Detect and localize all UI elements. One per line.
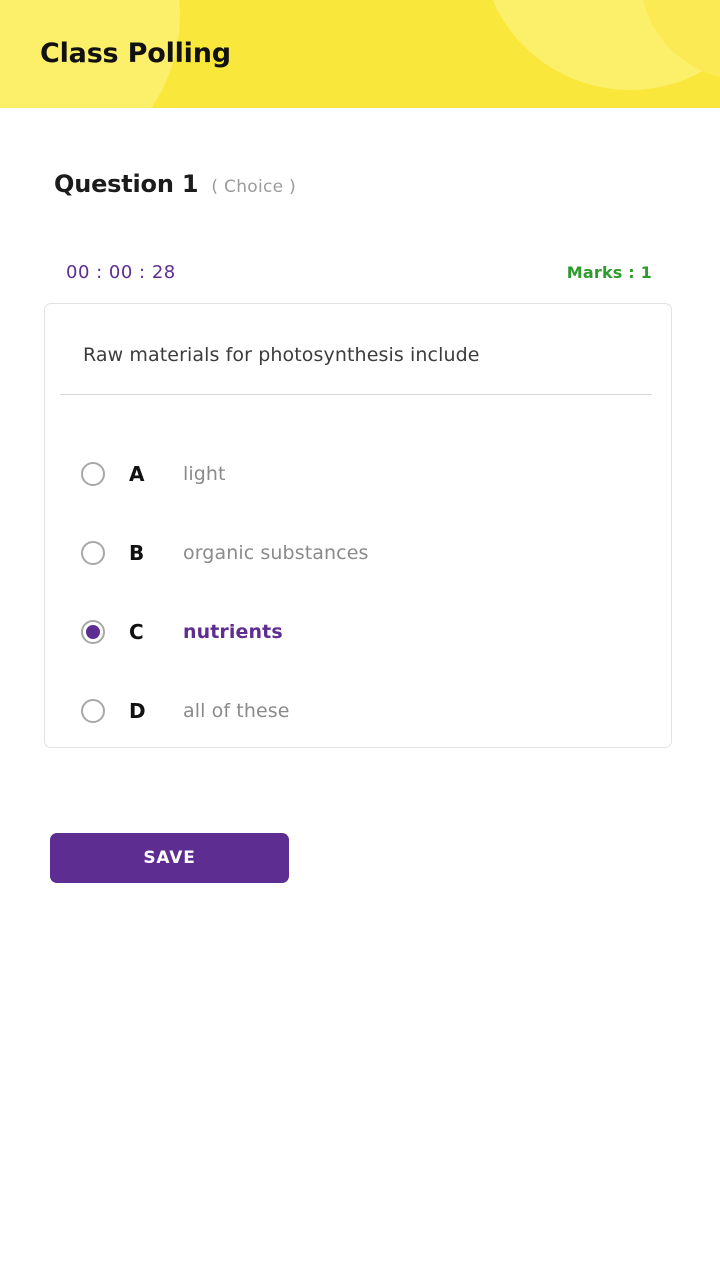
header-decorative-circle-right-small (640, 0, 720, 80)
option-row-d[interactable]: D all of these (45, 671, 671, 750)
option-list: A light B organic substances C nutrients… (45, 434, 671, 750)
option-letter-d: D (129, 698, 146, 723)
radio-icon-c-selected[interactable] (81, 619, 105, 644)
option-letter-a: A (129, 461, 145, 486)
question-type-label: ( Choice ) (211, 177, 297, 197)
option-letter-c: C (129, 619, 144, 644)
countdown-timer: 00 : 00 : 28 (66, 262, 176, 283)
question-card: Raw materials for photosynthesis include… (44, 303, 672, 748)
header-decorative-circle-right (480, 0, 720, 90)
question-text: Raw materials for photosynthesis include (83, 344, 480, 366)
option-row-c[interactable]: C nutrients (45, 592, 671, 671)
option-text-d: all of these (183, 699, 290, 722)
option-text-b: organic substances (183, 541, 369, 564)
app-title: Class Polling (40, 38, 231, 69)
option-letter-b: B (129, 540, 145, 565)
option-row-a[interactable]: A light (45, 434, 671, 513)
option-text-a: light (183, 462, 226, 485)
radio-icon-b[interactable] (81, 540, 105, 565)
marks-label: Marks : 1 (566, 263, 652, 282)
option-row-b[interactable]: B organic substances (45, 513, 671, 592)
card-divider (60, 394, 652, 395)
radio-icon-d[interactable] (81, 698, 105, 723)
app-header: Class Polling (0, 0, 720, 108)
radio-icon-a[interactable] (81, 461, 105, 486)
option-text-c: nutrients (183, 620, 283, 643)
question-meta-row: 00 : 00 : 28 Marks : 1 (54, 262, 652, 283)
question-number-label: Question 1 (54, 170, 199, 198)
save-button[interactable]: SAVE (50, 833, 289, 883)
question-heading: Question 1 ( Choice ) (54, 170, 296, 198)
radio-dot-c (86, 624, 100, 639)
